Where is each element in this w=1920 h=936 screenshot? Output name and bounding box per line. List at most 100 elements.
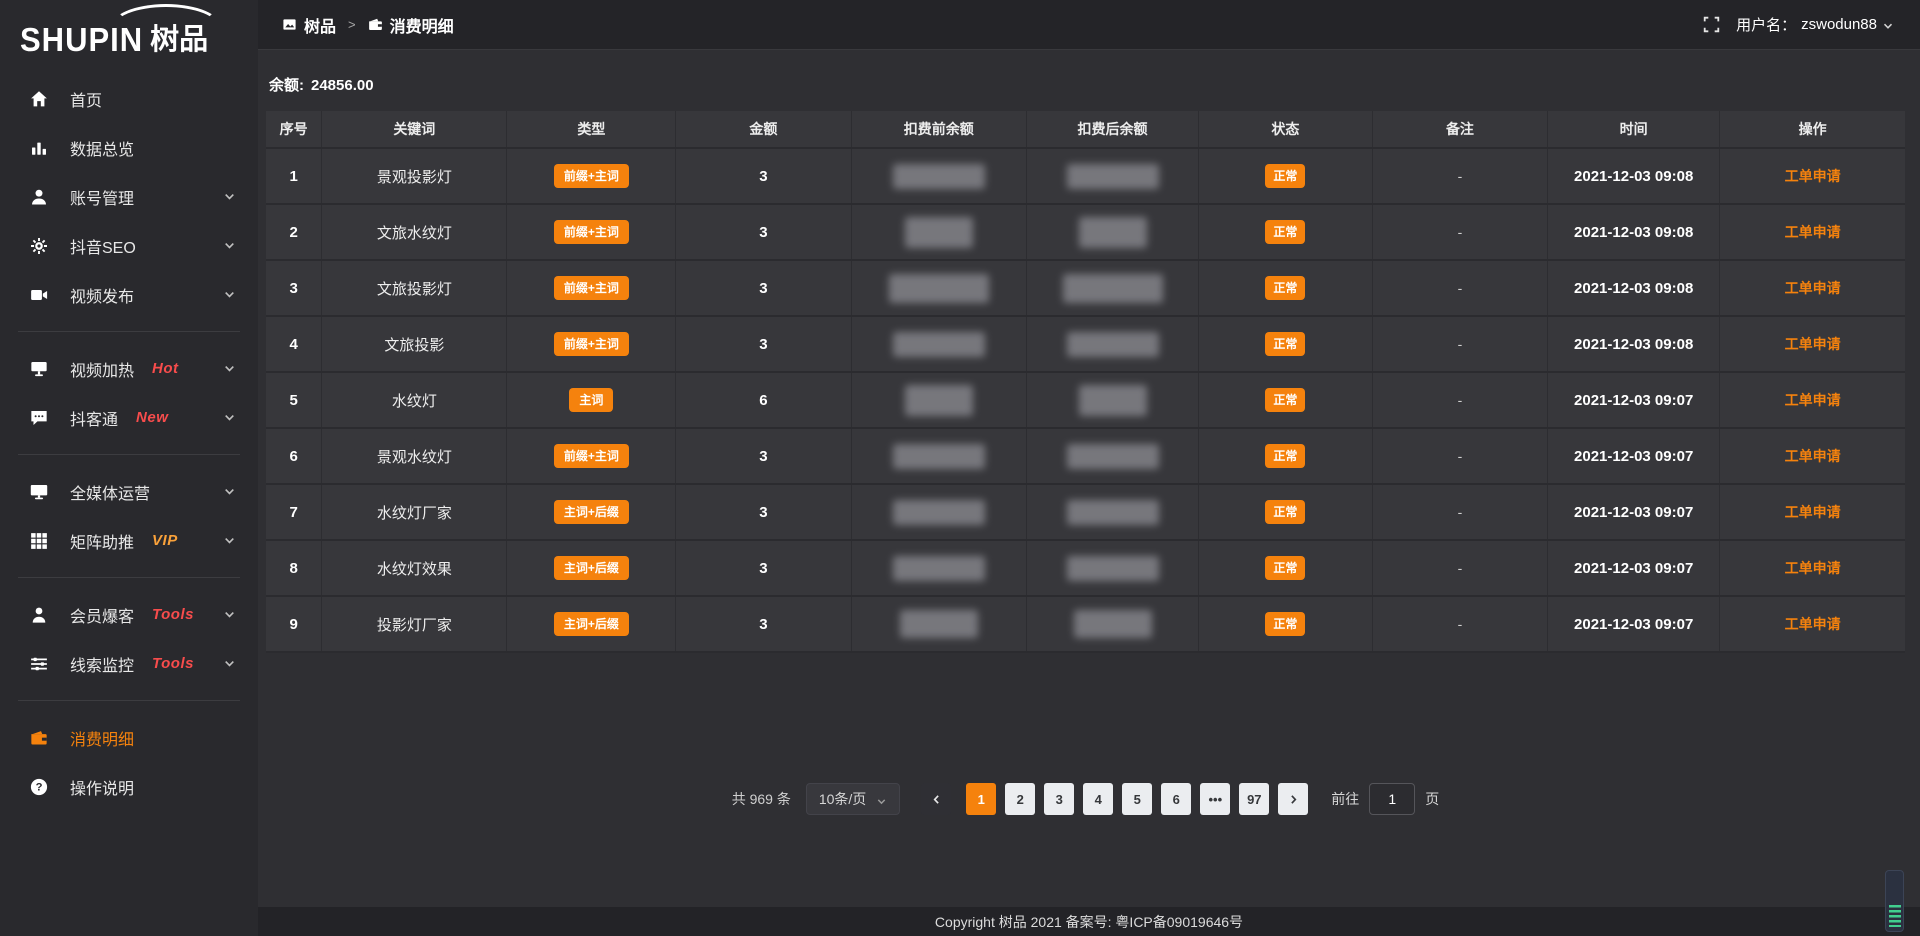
cell-balance-before xyxy=(851,372,1026,428)
goto-suffix: 页 xyxy=(1425,789,1439,809)
cell-balance-after xyxy=(1026,484,1198,540)
goto-page: 前往 页 xyxy=(1331,783,1439,815)
wallet-icon xyxy=(368,17,383,32)
cell-amount: 3 xyxy=(676,596,851,652)
sidebar-item-member-baoke[interactable]: 会员爆客Tools xyxy=(0,590,258,639)
screen-stand-icon xyxy=(30,360,48,378)
page-button-4[interactable]: 4 xyxy=(1083,783,1113,815)
redacted-balance-before xyxy=(893,164,985,189)
redacted-balance-before xyxy=(893,556,985,581)
table-row: 1景观投影灯前缀+主词3正常-2021-12-03 09:08工单申请 xyxy=(266,148,1905,204)
cell-amount: 6 xyxy=(676,372,851,428)
cell-status: 正常 xyxy=(1199,596,1373,652)
page-button-3[interactable]: 3 xyxy=(1044,783,1074,815)
type-badge: 前缀+主词 xyxy=(554,444,629,468)
work-order-link[interactable]: 工单申请 xyxy=(1785,224,1841,240)
table-row: 3文旅投影灯前缀+主词3正常-2021-12-03 09:08工单申请 xyxy=(266,260,1905,316)
cell-amount: 3 xyxy=(676,540,851,596)
sidebar-item-video-heat[interactable]: 视频加热Hot xyxy=(0,344,258,393)
menu-divider xyxy=(18,577,240,578)
more-pages-button[interactable]: ••• xyxy=(1200,783,1230,815)
column-header: 扣费前余额 xyxy=(851,111,1026,148)
table-row: 9投影灯厂家主词+后缀3正常-2021-12-03 09:07工单申请 xyxy=(266,596,1905,652)
topbar-right: 用户名：zswodun88 xyxy=(1703,14,1894,35)
cell-amount: 3 xyxy=(676,316,851,372)
chevron-down-icon xyxy=(223,411,236,424)
cell-note: - xyxy=(1372,484,1547,540)
cell-note: - xyxy=(1372,148,1547,204)
work-order-link[interactable]: 工单申请 xyxy=(1785,168,1841,184)
monitor-icon xyxy=(30,483,48,501)
work-order-link[interactable]: 工单申请 xyxy=(1785,616,1841,632)
sidebar-item-label: 抖音SEO xyxy=(70,234,136,258)
sidebar-item-clue-monitor[interactable]: 线索监控Tools xyxy=(0,639,258,688)
menu-divider xyxy=(18,700,240,701)
logo: SHUPIN 树品 xyxy=(0,0,258,66)
cell-status: 正常 xyxy=(1199,260,1373,316)
sidebar: SHUPIN 树品 首页数据总览账号管理抖音SEO 视频发布视频加热Hot抖客通N… xyxy=(0,0,258,936)
work-order-link[interactable]: 工单申请 xyxy=(1785,392,1841,408)
sidebar-item-tag: Tools xyxy=(152,655,194,672)
page-button-2[interactable]: 2 xyxy=(1005,783,1035,815)
next-page-button[interactable] xyxy=(1278,783,1308,815)
sidebar-item-media-operation[interactable]: 全媒体运营 xyxy=(0,467,258,516)
page-button-97[interactable]: 97 xyxy=(1239,783,1269,815)
work-order-link[interactable]: 工单申请 xyxy=(1785,448,1841,464)
prev-page-button[interactable] xyxy=(921,783,951,815)
cell-index: 3 xyxy=(266,260,322,316)
column-header: 类型 xyxy=(507,111,676,148)
cell-index: 9 xyxy=(266,596,322,652)
column-header: 备注 xyxy=(1372,111,1547,148)
sidebar-item-douyin-seo[interactable]: 抖音SEO xyxy=(0,221,258,270)
type-badge: 主词+后缀 xyxy=(554,556,629,580)
page-size-select[interactable]: 10条/页 xyxy=(806,783,900,815)
fullscreen-icon[interactable] xyxy=(1703,16,1720,33)
chevron-down-icon xyxy=(223,239,236,252)
chevron-down-icon xyxy=(223,657,236,670)
question-icon: ? xyxy=(30,778,48,796)
work-order-link[interactable]: 工单申请 xyxy=(1785,336,1841,352)
grid-icon xyxy=(30,532,48,550)
work-order-link[interactable]: 工单申请 xyxy=(1785,280,1841,296)
work-order-link[interactable]: 工单申请 xyxy=(1785,504,1841,520)
sidebar-item-douketong[interactable]: 抖客通New xyxy=(0,393,258,442)
cell-note: - xyxy=(1372,596,1547,652)
sidebar-item-matrix-boost[interactable]: 矩阵助推VIP xyxy=(0,516,258,565)
cell-index: 8 xyxy=(266,540,322,596)
sidebar-item-consume-detail[interactable]: 消费明细 xyxy=(0,713,258,762)
breadcrumb: 树品 > 消费明细 xyxy=(282,13,454,37)
sidebar-item-help[interactable]: ?操作说明 xyxy=(0,762,258,811)
content: 余额:24856.00 序号关键词类型金额扣费前余额扣费后余额状态备注时间操作 … xyxy=(258,50,1920,907)
breadcrumb-item-current[interactable]: 消费明细 xyxy=(368,13,454,37)
chevron-down-icon xyxy=(223,534,236,547)
goto-page-input[interactable] xyxy=(1369,783,1415,815)
page-button-6[interactable]: 6 xyxy=(1161,783,1191,815)
sidebar-item-label: 首页 xyxy=(70,87,102,111)
cell-status: 正常 xyxy=(1199,204,1373,260)
cell-balance-after xyxy=(1026,428,1198,484)
cell-time: 2021-12-03 09:07 xyxy=(1548,372,1720,428)
sidebar-item-home[interactable]: 首页 xyxy=(0,74,258,123)
cell-keyword: 景观水纹灯 xyxy=(322,428,507,484)
sidebar-item-video-publish[interactable]: 视频发布 xyxy=(0,270,258,319)
type-badge: 前缀+主词 xyxy=(554,276,629,300)
video-camera-icon xyxy=(30,286,48,304)
page-button-1[interactable]: 1 xyxy=(966,783,996,815)
sidebar-item-label: 全媒体运营 xyxy=(70,480,150,504)
cell-time: 2021-12-03 09:08 xyxy=(1548,316,1720,372)
breadcrumb-item-home[interactable]: 树品 xyxy=(282,13,336,37)
chevron-down-icon xyxy=(223,362,236,375)
cell-type: 前缀+主词 xyxy=(507,316,676,372)
breadcrumb-separator: > xyxy=(348,17,356,32)
user-menu[interactable]: 用户名：zswodun88 xyxy=(1736,14,1894,35)
cell-balance-before xyxy=(851,204,1026,260)
sidebar-item-data-overview[interactable]: 数据总览 xyxy=(0,123,258,172)
home-icon xyxy=(30,90,48,108)
cell-type: 前缀+主词 xyxy=(507,148,676,204)
page-button-5[interactable]: 5 xyxy=(1122,783,1152,815)
work-order-link[interactable]: 工单申请 xyxy=(1785,560,1841,576)
cell-keyword: 水纹灯厂家 xyxy=(322,484,507,540)
chevron-down-icon xyxy=(223,288,236,301)
chevron-down-icon xyxy=(223,190,236,203)
sidebar-item-account-manage[interactable]: 账号管理 xyxy=(0,172,258,221)
